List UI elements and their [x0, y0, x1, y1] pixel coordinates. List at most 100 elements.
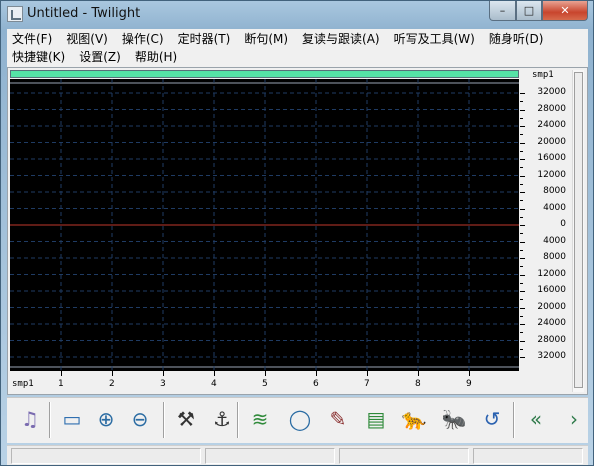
- y-tick-label: 24000: [537, 120, 566, 130]
- y-tick-label: 8000: [543, 186, 566, 196]
- maximize-button[interactable]: □: [516, 1, 542, 21]
- menu-view[interactable]: 视图(V): [66, 30, 108, 48]
- y-tick-label: 28000: [537, 103, 566, 114]
- y-tick-label: 16000: [537, 285, 566, 295]
- pencil-icon[interactable]: ✎: [323, 404, 353, 434]
- music-note-icon[interactable]: ♫: [15, 404, 45, 434]
- waveform-tool-icon[interactable]: ≋: [245, 404, 275, 434]
- toolbar: ♫ ▭ ⊕ ⊖ ⚒ ⚓ ≋ ◯ ✎ ▤ 🐆 🐜 ↺ « ›: [7, 397, 588, 443]
- y-tick: [520, 109, 525, 111]
- menu-row-2: 快捷键(K) 设置(Z) 帮助(H): [12, 48, 191, 66]
- close-button[interactable]: ✕: [542, 1, 588, 21]
- y-minor-tick: [520, 282, 523, 284]
- x-tick-label: 2: [109, 379, 115, 389]
- y-tick-label: 16000: [537, 153, 566, 163]
- scrollbar-thumb[interactable]: [574, 72, 583, 388]
- anchor-icon[interactable]: ⚓: [207, 404, 237, 434]
- x-tick-label: 8: [415, 379, 421, 389]
- y-minor-tick: [520, 117, 523, 119]
- title-bar[interactable]: Untitled - Twilight – □ ✕: [1, 1, 593, 29]
- menu-operate[interactable]: 操作(C): [122, 30, 164, 48]
- x-tick: [367, 371, 368, 376]
- y-axis: 32000 28000 24000 20000 16000 12000 8000 4000 0 4…: [520, 79, 566, 371]
- menu-sentence[interactable]: 断句(M): [244, 30, 288, 48]
- x-tick-label: 9: [466, 379, 472, 389]
- menu-bar: 文件(F) 视图(V) 操作(C) 定时器(T) 断句(M) 复读与跟读(A) …: [7, 29, 588, 67]
- zoom-in-icon[interactable]: ⊕: [91, 404, 121, 434]
- y-minor-tick: [520, 134, 523, 136]
- menu-repeat[interactable]: 复读与跟读(A): [302, 30, 380, 48]
- y-tick-label: 28000: [537, 334, 566, 345]
- x-tick: [214, 371, 215, 376]
- x-tick: [316, 371, 317, 376]
- y-minor-tick: [520, 348, 523, 350]
- menu-settings[interactable]: 设置(Z): [79, 48, 121, 66]
- toolbar-separator: [49, 402, 51, 438]
- y-minor-tick: [520, 299, 523, 301]
- menu-row-1: 文件(F) 视图(V) 操作(C) 定时器(T) 断句(M) 复读与跟读(A) …: [12, 30, 557, 48]
- y-minor-tick: [520, 216, 523, 218]
- menu-help[interactable]: 帮助(H): [135, 48, 177, 66]
- status-pane-2: [205, 448, 335, 464]
- select-rectangle-icon[interactable]: ▭: [57, 404, 87, 434]
- x-tick: [163, 371, 164, 376]
- rewind-icon[interactable]: «: [521, 404, 551, 434]
- menu-walkman[interactable]: 随身听(D): [489, 30, 544, 48]
- hammer-icon[interactable]: ⚒: [171, 404, 201, 434]
- app-icon: [7, 6, 23, 22]
- menu-timer[interactable]: 定时器(T): [178, 30, 231, 48]
- x-tick-label: 7: [364, 379, 370, 389]
- y-tick: [520, 192, 525, 193]
- toolbar-separator: [163, 402, 165, 438]
- toolbar-separator: [513, 402, 515, 438]
- y-tick: [520, 159, 525, 160]
- menu-file[interactable]: 文件(F): [12, 30, 52, 48]
- vertical-scrollbar[interactable]: [572, 70, 584, 392]
- y-tick: [520, 126, 525, 127]
- window-title: Untitled - Twilight: [27, 6, 141, 21]
- leopard-icon[interactable]: 🐆: [399, 404, 429, 434]
- y-tick-label: 24000: [537, 318, 566, 328]
- minimize-button[interactable]: –: [489, 1, 516, 21]
- y-minor-tick: [520, 150, 523, 152]
- x-tick-label: 1: [58, 379, 64, 389]
- y-tick-label: 8000: [543, 252, 566, 262]
- text-panel-icon[interactable]: ▤: [361, 404, 391, 434]
- zoom-out-icon[interactable]: ⊖: [125, 404, 155, 434]
- swirl-icon[interactable]: ↺: [477, 404, 507, 434]
- status-pane-4: [473, 448, 583, 464]
- x-axis: smp1 1 2 3 4 5 6 7 8 9: [10, 371, 519, 393]
- menu-shortcuts[interactable]: 快捷键(K): [12, 48, 65, 66]
- forward-icon[interactable]: ›: [559, 404, 589, 434]
- toolbar-separator: [237, 402, 239, 438]
- x-tick: [112, 371, 113, 376]
- y-tick: [520, 340, 525, 342]
- waveform-panel: smp1 32000 28000 24000 20000 16000 12000 8000 4…: [7, 67, 588, 395]
- y-tick-label: 32000: [537, 87, 566, 97]
- y-tick-label: 4000: [543, 202, 566, 213]
- y-tick-label: 20000: [537, 301, 566, 312]
- ant-icon[interactable]: 🐜: [439, 404, 469, 434]
- x-tick: [469, 371, 470, 376]
- y-tick: [520, 93, 525, 94]
- playback-progress-bar[interactable]: [10, 70, 519, 78]
- y-tick-label: 0: [560, 219, 566, 229]
- y-minor-tick: [520, 332, 523, 334]
- x-tick-label: 4: [211, 379, 217, 389]
- x-tick: [418, 371, 419, 376]
- waveform-display[interactable]: [10, 79, 519, 371]
- y-minor-tick: [520, 200, 523, 202]
- menu-dictation-tools[interactable]: 听写及工具(W): [394, 30, 475, 48]
- y-minor-tick: [520, 249, 523, 251]
- status-pane-1: [11, 448, 201, 464]
- x-tick-label: 3: [160, 379, 166, 389]
- y-tick-label: 4000: [543, 235, 566, 246]
- x-axis-unit-label: smp1: [12, 379, 34, 389]
- app-window: Untitled - Twilight – □ ✕ 文件(F) 视图(V) 操作…: [0, 0, 594, 466]
- y-tick-label: 32000: [537, 351, 566, 361]
- x-tick: [265, 371, 266, 376]
- y-tick: [520, 274, 525, 276]
- loop-icon[interactable]: ◯: [285, 404, 315, 434]
- x-tick: [61, 371, 62, 376]
- y-tick: [520, 291, 525, 292]
